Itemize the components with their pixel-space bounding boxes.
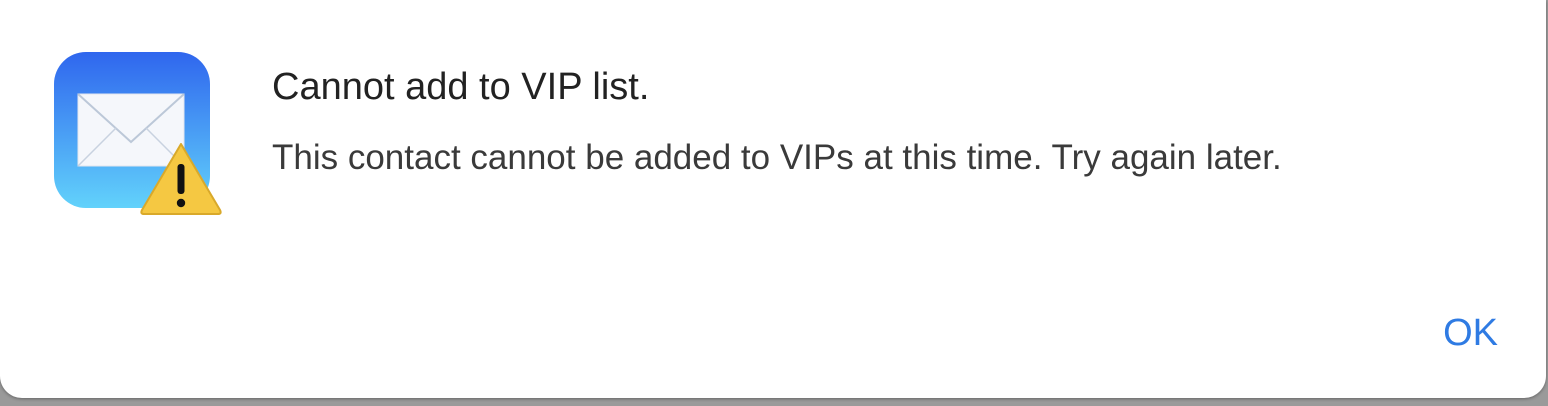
- dialog-title: Cannot add to VIP list.: [272, 66, 650, 108]
- dialog-message: This contact cannot be added to VIPs at …: [272, 138, 1282, 177]
- alert-dialog: Cannot add to VIP list. This contact can…: [0, 0, 1546, 398]
- mail-app-icon: [54, 52, 222, 215]
- ok-button[interactable]: OK: [1443, 308, 1498, 358]
- app-icon: [54, 52, 224, 216]
